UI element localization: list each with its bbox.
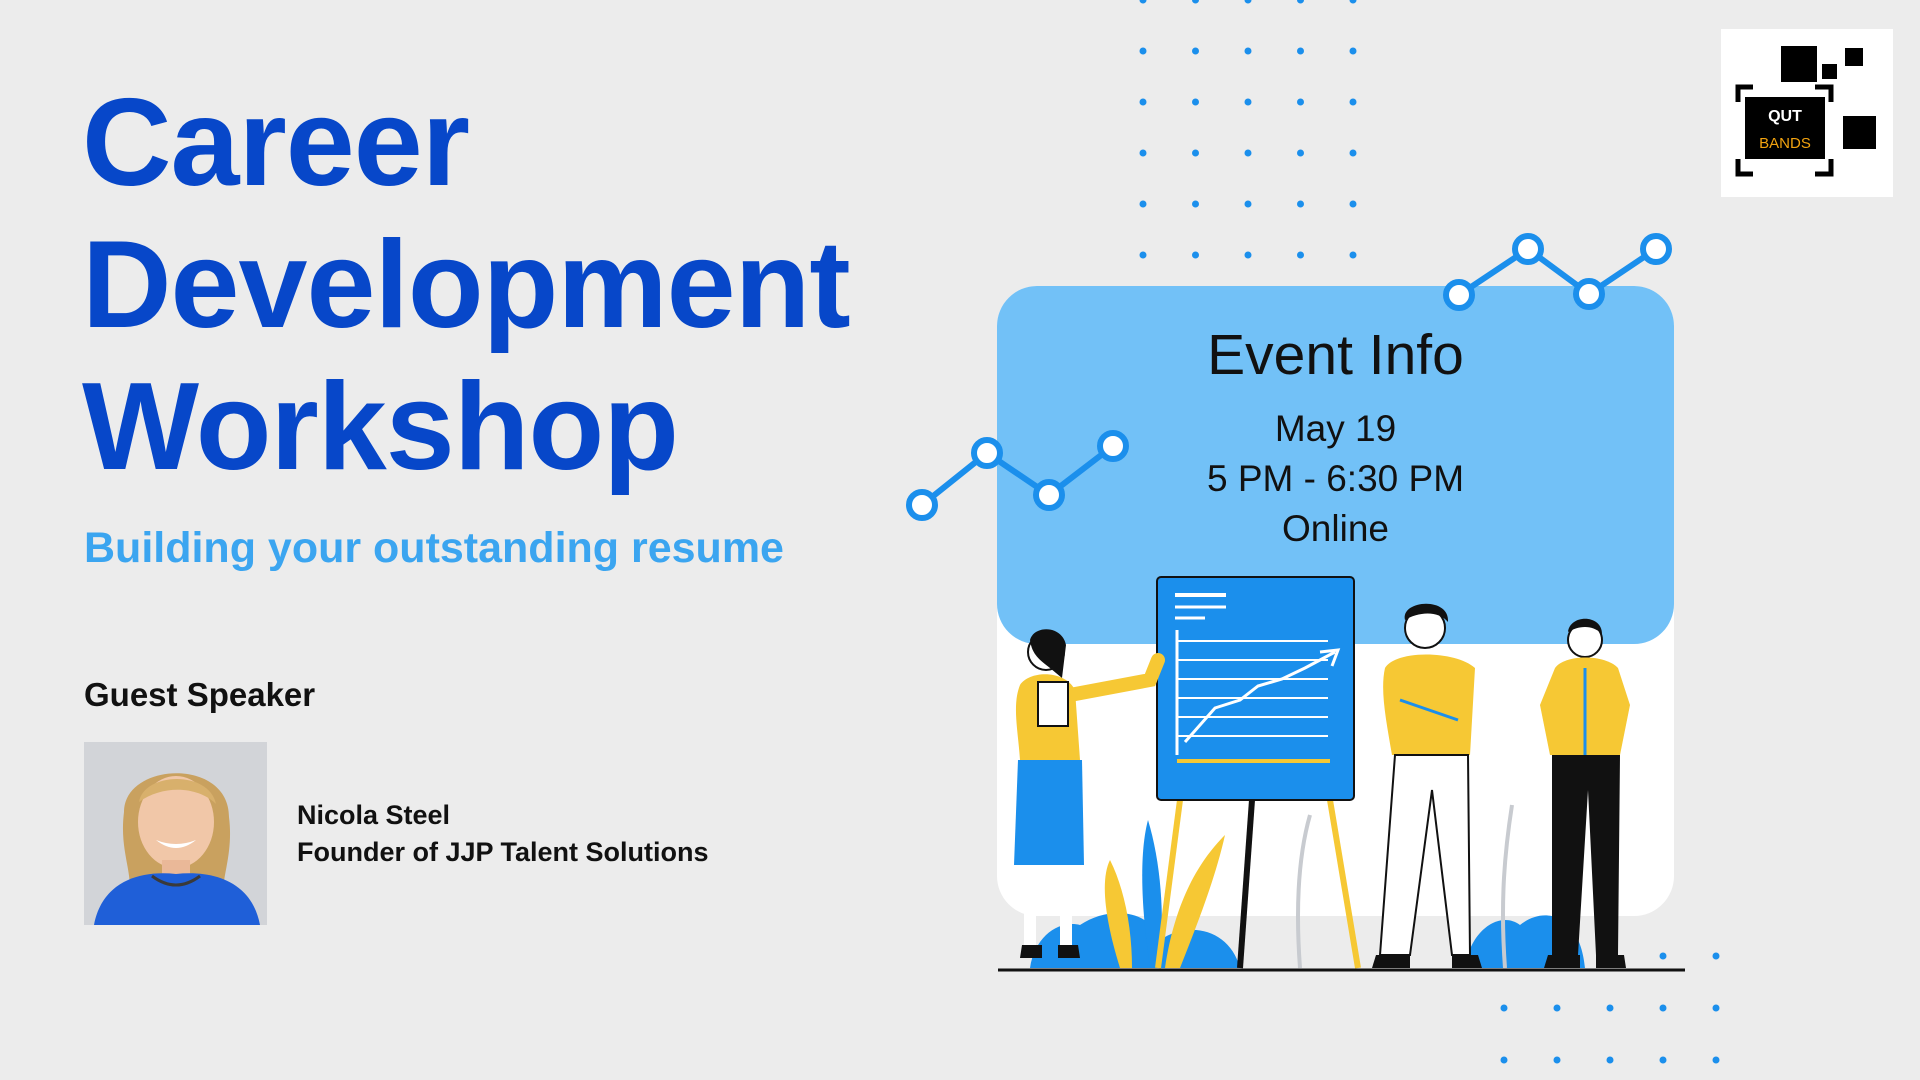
decorative-dot: [1244, 0, 1252, 4]
decorative-dot: [1139, 251, 1147, 259]
decorative-dot: [1553, 1004, 1561, 1012]
line-chart-decoration-left: [906, 430, 1129, 521]
decorative-dot: [1244, 149, 1252, 157]
plants: [1030, 804, 1585, 969]
decorative-dot: [1139, 200, 1147, 208]
decorative-dot: [1139, 47, 1147, 55]
decorative-dot: [1139, 149, 1147, 157]
decorative-dot: [1712, 1056, 1720, 1064]
presentation-illustration: [998, 576, 1685, 972]
decorative-dot: [1500, 1056, 1508, 1064]
decorative-dot: [1244, 47, 1252, 55]
decorative-dot: [1139, 98, 1147, 106]
decorative-dot: [1297, 200, 1304, 208]
decorative-dot: [1349, 0, 1357, 4]
decorative-dot: [1244, 251, 1252, 259]
decorative-dot: [1606, 1056, 1614, 1064]
decorative-dot: [1244, 98, 1252, 106]
decorative-dot: [1349, 251, 1357, 259]
decorative-dot: [1606, 1004, 1614, 1012]
man-hands-on-hips: [1540, 618, 1630, 968]
top-dot-grid: [1139, 0, 1357, 259]
decorative-dot: [1192, 251, 1199, 259]
line-chart-decoration-right: [1443, 233, 1672, 311]
decorative-dot: [1349, 47, 1357, 55]
decorative-dot: [1659, 952, 1667, 960]
decorative-dot: [1297, 0, 1304, 4]
decorative-dot: [1553, 1056, 1561, 1064]
decorative-dot: [1712, 952, 1720, 960]
decorative-dot: [1297, 149, 1304, 157]
man-arms-crossed: [1372, 603, 1482, 968]
decorative-dot: [1192, 47, 1199, 55]
decorative-dot: [1297, 251, 1304, 259]
decorative-dot: [1192, 0, 1199, 4]
woman-presenter: [1014, 629, 1165, 958]
decorative-dot: [1349, 200, 1357, 208]
decorative-dot: [1712, 1004, 1720, 1012]
decorative-dot: [1500, 1004, 1508, 1012]
decorative-dot: [1349, 149, 1357, 157]
decorative-dot: [1244, 200, 1252, 208]
decorative-dot: [1349, 98, 1357, 106]
decorative-dot: [1192, 200, 1199, 208]
decorative-dot: [1659, 1004, 1667, 1012]
decorative-dot: [1192, 149, 1199, 157]
decorative-dot: [1659, 1056, 1667, 1064]
decorative-dot: [1139, 0, 1147, 4]
decorative-dot: [1297, 98, 1304, 106]
decorative-dot: [1192, 98, 1199, 106]
decoration-layer: [906, 0, 1720, 1064]
decorative-dot: [1297, 47, 1304, 55]
